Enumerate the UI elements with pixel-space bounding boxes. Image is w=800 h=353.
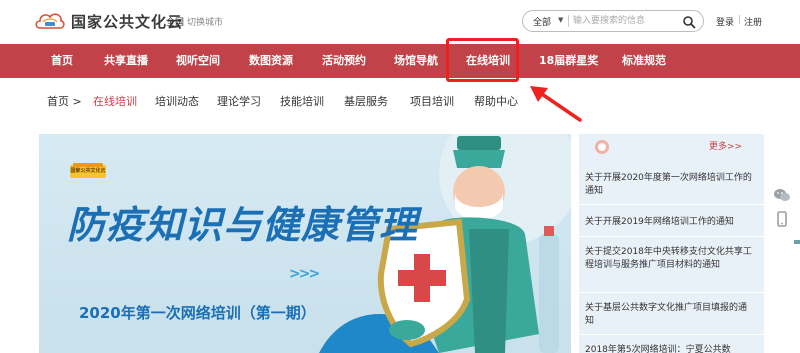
divider [579,334,764,335]
subnav-item-skills[interactable]: 技能培训 [280,93,324,109]
nav-item-av-space[interactable]: 视听空间 [176,44,220,78]
login-register-separator: | [738,15,742,25]
news-item[interactable]: 关于开展2020年度第一次网络培训工作的通知 [585,172,753,198]
news-item[interactable]: 关于提交2018年中央转移支付文化共享工程培训与服务推广项目材料的通知 [585,246,753,272]
cloud-logo-icon [34,10,66,32]
divider [579,236,764,237]
nav-item-standards[interactable]: 标准规范 [622,44,666,78]
nav-item-venue-guide[interactable]: 场馆导航 [394,44,438,78]
search-input[interactable] [573,14,679,28]
news-item[interactable]: 关于基层公共数字文化推广项目填报的通知 [585,302,753,328]
banner-badge: 国家公共文化云 [69,162,107,180]
chevrons-right-icon: >>> [289,266,320,282]
training-banner[interactable]: 国家公共文化云 防疫知识与健康管理 >>> 2020年第一次网络培训（第一期） [39,134,571,353]
subnav-item-online-training[interactable]: 在线培训 [93,93,137,109]
subnav-item-projects[interactable]: 项目培训 [410,93,454,109]
more-link[interactable]: 更多>> [709,139,742,152]
pointer-arrow-icon [530,86,582,122]
search-scope-select[interactable]: 全部 [533,15,551,28]
subnav-item-grassroots[interactable]: 基层服务 [344,93,388,109]
news-header: 更多>> [579,134,764,160]
highlight-box [446,38,519,82]
switch-city-link[interactable]: 切换城市 [187,15,223,28]
login-link[interactable]: 登录 [716,15,734,28]
register-link[interactable]: 注册 [744,15,762,28]
nav-item-live[interactable]: 共享直播 [104,44,148,78]
chevron-down-icon[interactable]: ▼ [558,16,563,24]
news-panel: 更多>> 关于开展2020年度第一次网络培训工作的通知 关于开展2019年网络培… [579,134,764,353]
divider [579,292,764,293]
wechat-icon[interactable] [773,186,791,204]
subnav-item-theory[interactable]: 理论学习 [217,93,261,109]
current-region: 全国 [166,18,185,28]
news-item[interactable]: 2018年第5次网络培训：宁夏公共数 [585,344,753,353]
scrollbar-thumb[interactable] [794,240,800,244]
banner-title: 防疫知识与健康管理 [67,203,419,247]
mobile-phone-icon[interactable] [773,210,791,228]
nav-item-event-booking[interactable]: 活动预约 [322,44,366,78]
main-nav: 首页 共享直播 视听空间 数图资源 活动预约 场馆导航 在线培训 18届群星奖 … [0,44,800,78]
news-item[interactable]: 关于开展2019年网络培训工作的通知 [585,216,753,229]
subnav-item-help[interactable]: 帮助中心 [474,93,518,109]
nav-item-star-award[interactable]: 18届群星奖 [539,44,598,78]
site-logo[interactable]: 国家公共文化云 [34,8,182,34]
search-box: 全部 ▼ [522,10,704,32]
subnav-item-training-news[interactable]: 培训动态 [155,93,199,109]
divider [579,204,764,205]
circle-icon [595,140,609,154]
banner-subtitle: 2020年第一次网络培训（第一期） [79,304,316,322]
nav-item-digital-resources[interactable]: 数图资源 [249,44,293,78]
nav-item-home[interactable]: 首页 [51,44,73,78]
top-bar: 国家公共文化云 全国 切换城市 全部 ▼ 登录 | 注册 [0,0,800,44]
breadcrumb-subnav: 首页 > 在线培训 培训动态 理论学习 技能培训 基层服务 项目培训 帮助中心 [0,84,800,116]
search-divider [568,15,569,27]
search-icon[interactable] [682,14,696,29]
breadcrumb-home[interactable]: 首页 > [47,93,82,109]
